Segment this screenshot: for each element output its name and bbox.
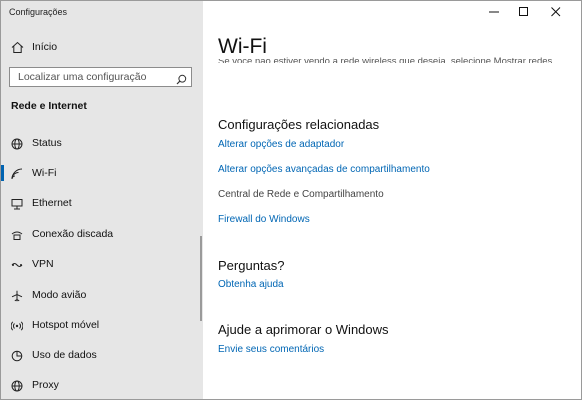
close-button[interactable] bbox=[541, 1, 571, 23]
sidebar-item-airplane[interactable]: Modo avião bbox=[1, 282, 201, 308]
sidebar-item-ethernet[interactable]: Ethernet bbox=[1, 190, 201, 216]
sidebar-item-status[interactable]: Status bbox=[1, 130, 201, 156]
search-input[interactable] bbox=[10, 68, 178, 86]
app-title: Configurações bbox=[9, 7, 68, 17]
ethernet-icon bbox=[11, 197, 23, 210]
selection-indicator bbox=[1, 165, 4, 181]
globe-icon bbox=[11, 379, 23, 392]
link-firewall[interactable]: Firewall do Windows bbox=[218, 214, 310, 225]
sidebar-scrollbar[interactable] bbox=[200, 236, 202, 321]
sidebar-item-label: VPN bbox=[32, 258, 54, 270]
sidebar: Configurações Início Rede e Internet Sta… bbox=[1, 1, 203, 399]
sidebar-item-dialup[interactable]: Conexão discada bbox=[1, 221, 201, 247]
home-icon bbox=[11, 41, 24, 54]
settings-window: Configurações Início Rede e Internet Sta… bbox=[0, 0, 582, 400]
page-title: Wi-Fi bbox=[218, 35, 273, 59]
sidebar-item-label: Ethernet bbox=[32, 197, 72, 209]
search-box bbox=[9, 67, 192, 87]
maximize-button[interactable] bbox=[509, 1, 539, 23]
sidebar-item-label: Status bbox=[32, 137, 62, 149]
related-settings-title: Configurações relacionadas bbox=[218, 117, 380, 132]
search-icon[interactable] bbox=[176, 72, 187, 85]
close-icon bbox=[551, 7, 561, 17]
minimize-button[interactable] bbox=[479, 1, 509, 23]
sidebar-item-proxy[interactable]: Proxy bbox=[1, 372, 201, 398]
data-usage-icon bbox=[11, 349, 23, 362]
hotspot-icon bbox=[10, 319, 24, 331]
link-advanced-sharing[interactable]: Alterar opções avançadas de compartilham… bbox=[218, 164, 430, 175]
link-feedback[interactable]: Envie seus comentários bbox=[218, 344, 324, 355]
maximize-icon bbox=[519, 7, 528, 16]
sidebar-item-vpn[interactable]: VPN bbox=[1, 251, 201, 277]
airplane-icon bbox=[11, 289, 23, 302]
sidebar-item-label: Uso de dados bbox=[32, 349, 97, 361]
sidebar-item-label: Conexão discada bbox=[32, 228, 114, 240]
sidebar-item-label: Proxy bbox=[32, 379, 59, 391]
link-network-center[interactable]: Central de Rede e Compartilhamento bbox=[218, 189, 384, 200]
questions-title: Perguntas? bbox=[218, 258, 285, 273]
minimize-icon bbox=[489, 11, 499, 13]
sidebar-item-label: Início bbox=[32, 41, 58, 53]
sidebar-item-hotspot[interactable]: Hotspot móvel bbox=[1, 312, 201, 338]
link-adapter-options[interactable]: Alterar opções de adaptador bbox=[218, 139, 344, 150]
wifi-icon bbox=[11, 167, 23, 180]
sidebar-item-label: Modo avião bbox=[32, 289, 87, 301]
sidebar-item-label: Hotspot móvel bbox=[32, 319, 100, 331]
sidebar-item-label: Wi-Fi bbox=[32, 167, 57, 179]
dialup-icon bbox=[11, 228, 23, 240]
improve-title: Ajude a aprimorar o Windows bbox=[218, 322, 389, 337]
sidebar-item-home[interactable]: Início bbox=[1, 37, 203, 59]
section-header: Rede e Internet bbox=[11, 100, 87, 112]
globe-icon bbox=[11, 137, 23, 150]
sidebar-item-data-usage[interactable]: Uso de dados bbox=[1, 342, 201, 368]
sidebar-item-wifi[interactable]: Wi-Fi bbox=[1, 160, 201, 186]
main-content: Se você não estiver vendo a rede wireles… bbox=[203, 1, 581, 399]
link-get-help[interactable]: Obtenha ajuda bbox=[218, 279, 284, 290]
vpn-icon bbox=[11, 258, 23, 270]
